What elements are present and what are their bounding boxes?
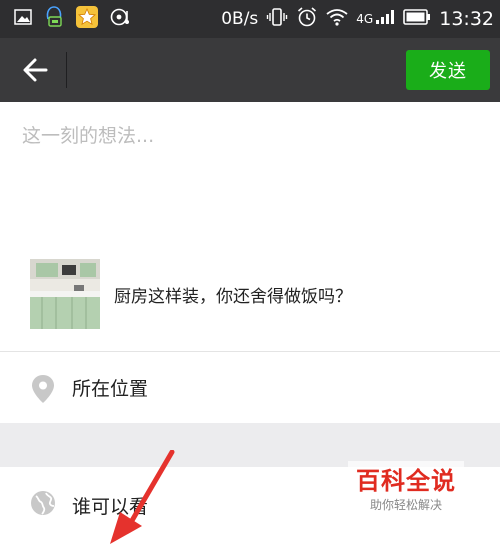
back-arrow-icon — [23, 58, 48, 82]
kitchen-thumbnail — [30, 259, 100, 329]
location-row[interactable]: 所在位置 — [0, 352, 500, 422]
back-button[interactable] — [18, 52, 54, 88]
music-icon — [110, 7, 132, 31]
send-button[interactable]: 发送 — [406, 50, 490, 90]
signal-group: 4G — [356, 9, 395, 30]
gallery-icon — [14, 9, 32, 29]
red-arrow-annotation — [110, 450, 175, 544]
battery-icon — [403, 8, 431, 30]
watermark: 百科全说 助你轻松解决 — [348, 461, 464, 523]
vibrate-icon — [266, 7, 288, 32]
network-type: 4G — [356, 12, 374, 26]
signal-icon — [375, 9, 395, 30]
star-app-icon — [76, 6, 98, 32]
app-bar-divider — [66, 52, 67, 88]
shared-link-card[interactable]: 厨房这样装，你还舍得做饭吗？ — [30, 258, 470, 330]
app-bar: 发送 — [0, 38, 500, 102]
alarm-icon — [296, 6, 318, 33]
status-bar: 0B/s 4G 13:32 — [0, 0, 500, 38]
watermark-title: 百科全说 — [356, 467, 456, 495]
network-speed: 0B/s — [221, 9, 259, 29]
wifi-icon — [326, 8, 348, 31]
qq-icon — [44, 5, 64, 33]
location-pin-icon — [30, 374, 56, 404]
status-time: 13:32 — [439, 8, 494, 30]
watermark-subtitle: 助你轻松解决 — [369, 498, 442, 512]
status-right: 0B/s 4G 13:32 — [221, 6, 494, 32]
moment-text-input[interactable] — [22, 116, 482, 156]
link-title: 厨房这样装，你还舍得做饭吗？ — [114, 286, 352, 307]
globe-icon — [30, 490, 56, 520]
location-label: 所在位置 — [72, 378, 149, 400]
status-left-icons — [14, 6, 132, 32]
